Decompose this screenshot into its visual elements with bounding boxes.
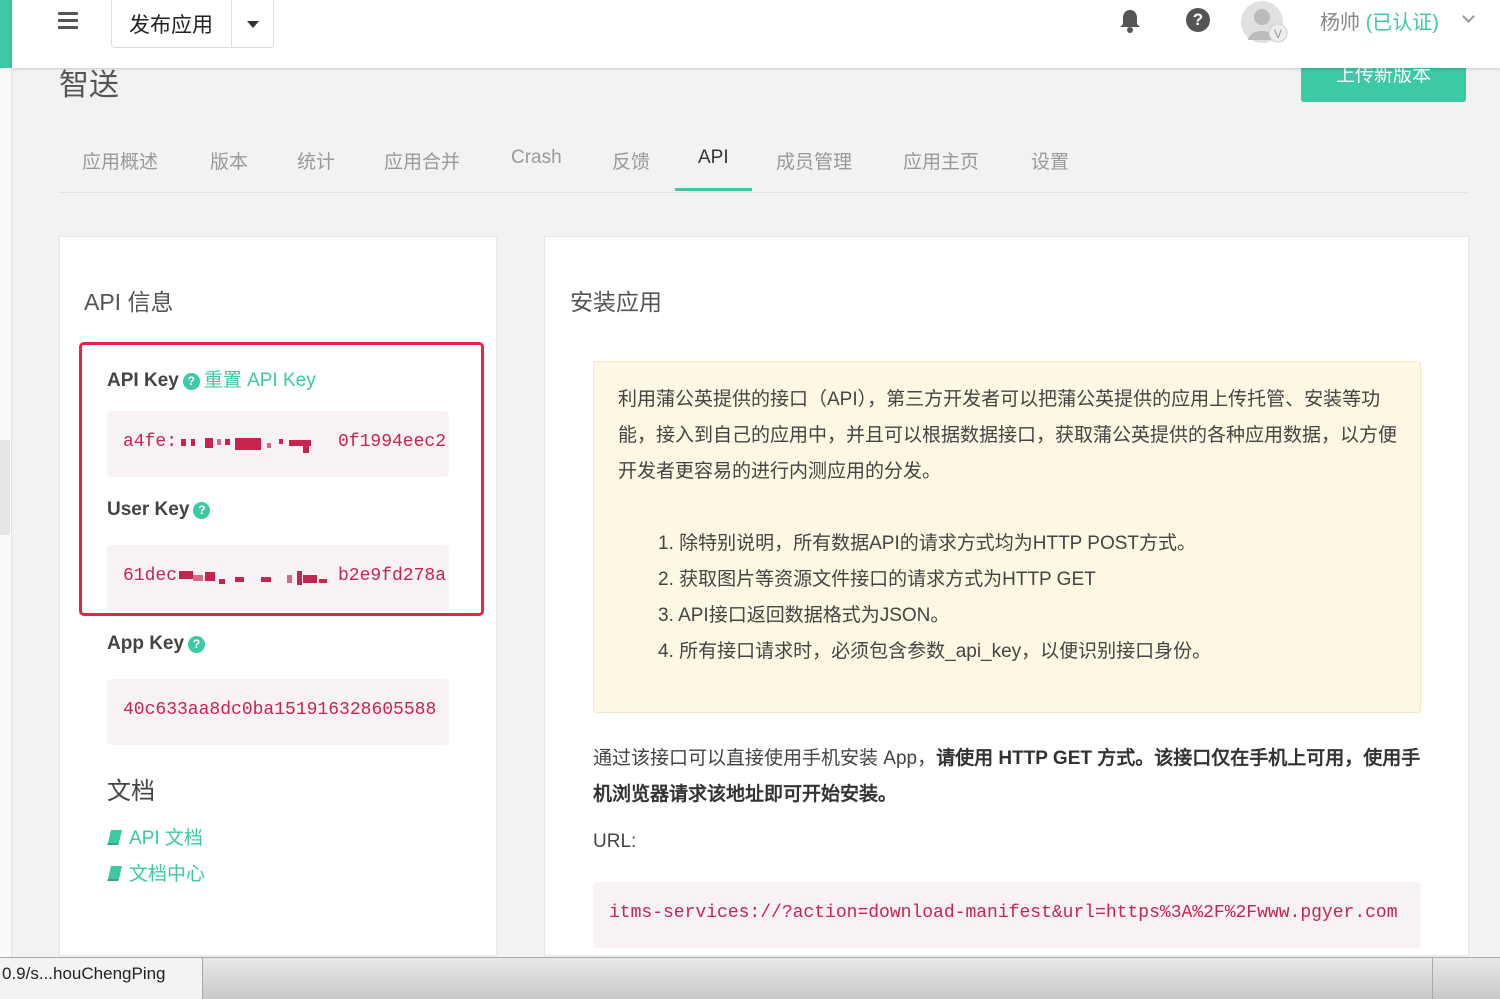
tab-overview[interactable]: 应用概述 [82, 147, 158, 174]
app-selector-label: 发布应用 [129, 14, 213, 37]
install-description: 通过该接口可以直接使用手机安装 App，请使用 HTTP GET 方式。该接口仅… [593, 741, 1423, 813]
app-selector-dropdown[interactable]: 发布应用 [111, 0, 274, 48]
chevron-down-icon[interactable] [1462, 10, 1475, 23]
api-notice-box: 利用蒲公英提供的接口（API），第三方开发者可以把蒲公英提供的应用上传托管、安装… [593, 361, 1421, 713]
avatar[interactable]: V [1240, 0, 1288, 44]
tab-statistics[interactable]: 统计 [297, 147, 335, 174]
api-key-value[interactable]: a4fe: 0f1994eec2 [107, 411, 449, 477]
user-key-label-text: User Key [107, 499, 190, 520]
user-menu[interactable]: 杨帅 (已认证) [1320, 6, 1439, 35]
notice-item: 4. 所有接口请求时，必须包含参数_api_key，以便识别接口身份。 [658, 641, 1212, 662]
tab-merge[interactable]: 应用合并 [384, 147, 460, 174]
app-key-value[interactable]: 40c633aa8dc0ba151916328605588 [107, 679, 449, 745]
book-icon [107, 830, 122, 845]
question-icon[interactable]: ? [188, 636, 206, 653]
tab-crash[interactable]: Crash [511, 147, 562, 169]
api-docs-link-text: API 文档 [129, 828, 203, 849]
notice-item: 2. 获取图片等资源文件接口的请求方式为HTTP GET [658, 569, 1096, 590]
help-icon[interactable]: ? [1186, 8, 1210, 32]
left-scroll-handle[interactable] [0, 440, 10, 535]
tab-members[interactable]: 成员管理 [776, 147, 852, 174]
install-url-text: itms-services://?action=download-manifes… [609, 903, 1398, 923]
docs-title: 文档 [107, 778, 155, 805]
tab-settings[interactable]: 设置 [1031, 147, 1069, 174]
install-app-title: 安装应用 [570, 289, 662, 315]
app-key-label: App Key? [107, 633, 206, 655]
user-key-end: b2e9fd278a [338, 566, 447, 586]
tab-versions[interactable]: 版本 [210, 147, 248, 174]
status-divider [1432, 958, 1433, 999]
user-key-start: 61dec [123, 566, 178, 586]
tab-homepage[interactable]: 应用主页 [903, 147, 979, 174]
user-name: 杨帅 [1320, 12, 1360, 34]
question-icon[interactable]: ? [182, 373, 200, 390]
redacted-mosaic [181, 438, 311, 453]
docs-center-link-text: 文档中心 [129, 864, 206, 885]
notice-item: 3. API接口返回数据格式为JSON。 [658, 605, 950, 626]
api-docs-link[interactable]: API 文档 [107, 823, 203, 850]
menu-icon[interactable] [58, 12, 78, 30]
browser-status-bar: 0.9/s...houChengPing [0, 957, 1500, 999]
active-tab-indicator [675, 188, 752, 191]
docs-center-link[interactable]: 文档中心 [107, 859, 205, 886]
url-label: URL: [593, 831, 637, 852]
app-selector-divider [231, 0, 232, 48]
api-key-label-text: API Key [107, 370, 179, 391]
notice-item: 1. 除特别说明，所有数据API的请求方式均为HTTP POST方式。 [658, 533, 1197, 554]
api-key-label: API Key? 重置 API Key [107, 365, 316, 392]
api-key-end: 0f1994eec2 [338, 432, 447, 452]
book-icon [107, 866, 122, 881]
install-app-card: 安装应用 利用蒲公英提供的接口（API），第三方开发者可以把蒲公英提供的应用上传… [544, 236, 1469, 956]
redacted-mosaic [179, 571, 327, 585]
api-info-card: API 信息 API Key? 重置 API Key a4fe: 0f1994ee… [59, 236, 497, 956]
reset-api-key-link[interactable]: 重置 API Key [204, 370, 316, 391]
top-navbar: 发布应用 ? V 杨帅 (已认证) [12, 0, 1500, 68]
tab-api[interactable]: API [698, 147, 729, 169]
app-key-label-text: App Key [107, 633, 185, 654]
caret-down-icon[interactable] [247, 21, 259, 28]
app-key-text: 40c633aa8dc0ba151916328605588 [123, 700, 437, 720]
status-url-tab: 0.9/s...houChengPing [0, 958, 203, 999]
verified-badge: (已认证) [1365, 12, 1439, 34]
notice-intro: 利用蒲公英提供的接口（API），第三方开发者可以把蒲公英提供的应用上传托管、安装… [618, 389, 1398, 482]
tab-feedback[interactable]: 反馈 [612, 147, 650, 174]
bell-icon[interactable] [1118, 8, 1142, 34]
install-url-value[interactable]: itms-services://?action=download-manifes… [593, 882, 1421, 948]
svg-text:V: V [1274, 27, 1282, 41]
install-desc-normal: 通过该接口可以直接使用手机安装 App， [593, 748, 937, 769]
api-key-start: a4fe: [123, 432, 178, 452]
api-info-title: API 信息 [84, 289, 174, 315]
left-accent-bar [0, 0, 12, 68]
user-key-label: User Key? [107, 499, 211, 521]
user-key-value[interactable]: 61dec b2e9fd278a [107, 545, 449, 611]
app-tabs: 应用概述 版本 统计 应用合并 Crash 反馈 API 成员管理 应用主页 设… [59, 130, 1468, 193]
status-url-text: 0.9/s...houChengPing [2, 964, 166, 983]
notice-list: 1. 除特别说明，所有数据API的请求方式均为HTTP POST方式。 2. 获… [658, 526, 1398, 670]
question-icon[interactable]: ? [193, 502, 211, 519]
